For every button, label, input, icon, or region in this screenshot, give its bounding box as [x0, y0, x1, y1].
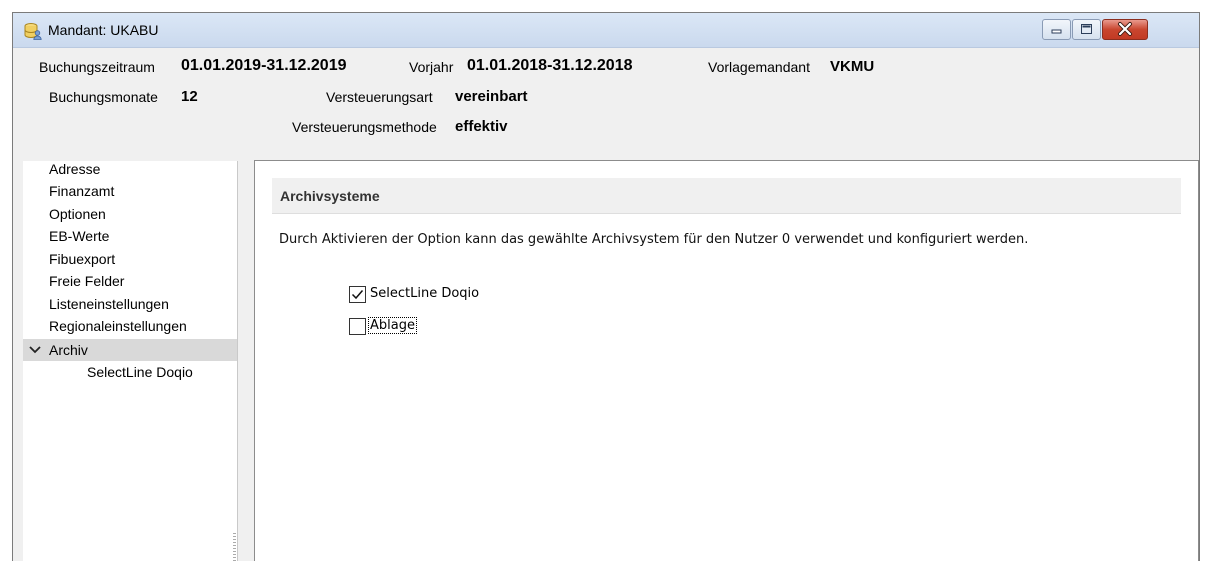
vorlagemandant-value: VKMU: [830, 58, 875, 75]
versteuerungsmethode-value: effektiv: [455, 118, 508, 135]
tree-item-archiv-label: Archiv: [49, 342, 88, 358]
buchungszeitraum-label: Buchungszeitraum: [39, 59, 155, 75]
versteuerungsart-value: vereinbart: [455, 88, 528, 105]
window-title: Mandant: UKABU: [48, 22, 159, 38]
minimize-button[interactable]: [1042, 19, 1071, 40]
check-icon: [351, 290, 364, 300]
minimize-icon: [1051, 29, 1062, 34]
tree-item-freie-felder[interactable]: Freie Felder: [49, 273, 124, 289]
chevron-down-icon[interactable]: [29, 346, 41, 354]
maximize-icon: [1081, 24, 1092, 34]
buchungsmonate-value: 12: [181, 88, 198, 105]
title-bar[interactable]: Mandant: UKABU: [13, 13, 1199, 48]
vorjahr-label: Vorjahr: [409, 59, 454, 75]
checkbox-label-selectline-doqio[interactable]: SelectLine Doqio: [370, 286, 479, 301]
versteuerungsart-label: Versteuerungsart: [326, 89, 433, 105]
archiv-panel: Archivsysteme Durch Aktivieren der Optio…: [254, 160, 1199, 561]
tree-item-eb-werte[interactable]: EB-Werte: [49, 228, 109, 244]
section-title: Archivsysteme: [280, 188, 380, 204]
tree-item-optionen[interactable]: Optionen: [49, 206, 106, 222]
tree-item-fibuexport[interactable]: Fibuexport: [49, 251, 115, 267]
checkbox-selectline-doqio[interactable]: [349, 286, 366, 303]
tree-item-archiv[interactable]: Archiv: [23, 339, 237, 361]
database-user-icon: [24, 22, 42, 40]
section-header: Archivsysteme: [272, 178, 1181, 214]
settings-tree[interactable]: Adresse Finanzamt Optionen EB-Werte Fibu…: [23, 161, 238, 561]
vorlagemandant-label: Vorlagemandant: [708, 59, 810, 75]
checkbox-ablage[interactable]: [349, 318, 366, 335]
mandant-info-header: Buchungszeitraum 01.01.2019-31.12.2019 V…: [13, 48, 1199, 155]
maximize-button[interactable]: [1072, 19, 1101, 40]
tree-item-listeneinstellungen[interactable]: Listeneinstellungen: [49, 296, 169, 312]
buchungsmonate-label: Buchungsmonate: [49, 89, 158, 105]
checkbox-label-ablage[interactable]: Ablage: [368, 317, 417, 334]
close-icon: [1118, 22, 1132, 36]
tree-item-regionaleinstellungen[interactable]: Regionaleinstellungen: [49, 318, 187, 334]
tree-item-selectline-doqio[interactable]: SelectLine Doqio: [87, 364, 193, 380]
splitter-grip[interactable]: [233, 533, 236, 561]
tree-item-finanzamt[interactable]: Finanzamt: [49, 183, 114, 199]
vorjahr-value: 01.01.2018-31.12.2018: [467, 57, 633, 74]
buchungszeitraum-value: 01.01.2019-31.12.2019: [181, 57, 347, 74]
description-text: Durch Aktivieren der Option kann das gew…: [279, 232, 1029, 247]
mandant-window: Mandant: UKABU Buchungszeitraum 01.01.20…: [12, 12, 1200, 561]
tree-item-adresse[interactable]: Adresse: [49, 161, 100, 177]
versteuerungsmethode-label: Versteuerungsmethode: [292, 119, 437, 135]
close-button[interactable]: [1102, 19, 1148, 40]
